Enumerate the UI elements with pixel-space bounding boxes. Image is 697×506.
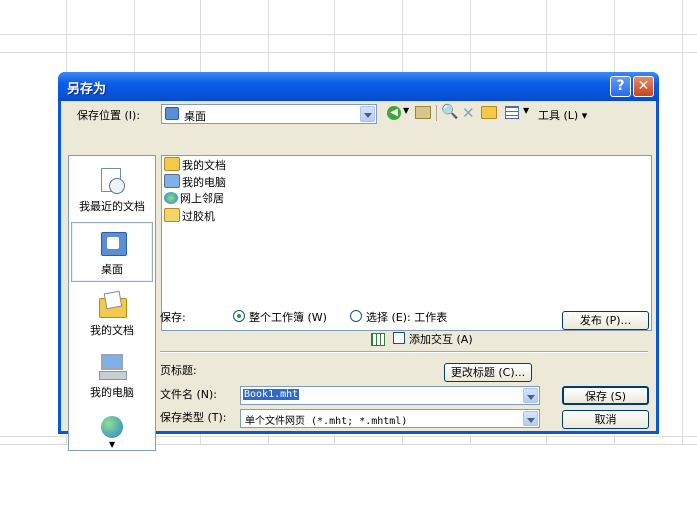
add-interactivity-checkbox[interactable]: [393, 332, 405, 344]
place-network[interactable]: ▼: [71, 408, 153, 450]
list-item[interactable]: 过胶机: [164, 208, 215, 224]
file-name-value: Book1.mht: [243, 389, 300, 400]
file-type-dropdown[interactable]: 单个文件网页 (*.mht; *.mhtml): [240, 409, 540, 428]
selection-radio[interactable]: [350, 310, 362, 322]
views-icon[interactable]: [505, 106, 519, 119]
file-name-field[interactable]: Book1.mht: [240, 386, 540, 405]
spreadsheet-icon: [371, 333, 385, 346]
chevron-down-icon[interactable]: [360, 106, 375, 122]
places-bar: 我最近的文档 桌面 我的文档 我的电脑 ▼: [68, 155, 156, 451]
desktop-icon: [165, 107, 179, 120]
whole-workbook-label: 整个工作簿 (W): [249, 311, 327, 324]
save-in-label: 保存位置 (I):: [77, 109, 141, 122]
add-interactivity-label: 添加交互 (A): [409, 333, 473, 346]
new-folder-icon[interactable]: [481, 106, 497, 119]
save-options-label: 保存:: [160, 311, 186, 324]
views-dropdown-icon[interactable]: ▼: [523, 106, 529, 115]
file-name-label: 文件名 (N):: [160, 388, 218, 401]
place-label: 桌面: [101, 263, 123, 276]
file-name: 我的电脑: [182, 176, 226, 189]
place-label: 我的文档: [90, 324, 134, 337]
place-my-documents[interactable]: 我的文档: [71, 284, 153, 344]
cancel-button[interactable]: 取消: [562, 410, 649, 429]
publish-button[interactable]: 发布 (P)...: [562, 311, 649, 330]
list-item[interactable]: 我的电脑: [164, 174, 226, 190]
close-button[interactable]: ✕: [633, 76, 654, 97]
my-documents-icon: [97, 290, 127, 318]
up-folder-icon[interactable]: [415, 106, 431, 119]
recent-documents-icon: [97, 166, 127, 194]
back-dropdown-icon[interactable]: ▼: [403, 106, 409, 115]
save-as-dialog: 另存为 ? ✕ 保存位置 (I): 桌面 ◀ ▼ 🔍 ✕ ▼ 工具 (L) ▾: [58, 72, 659, 451]
title-bar[interactable]: 另存为 ? ✕: [58, 72, 659, 101]
divider: [160, 351, 648, 353]
toolbar-separator: [436, 105, 437, 121]
chevron-down-icon[interactable]: [523, 388, 538, 403]
place-my-computer[interactable]: 我的电脑: [71, 346, 153, 406]
location-value: 桌面: [184, 110, 206, 123]
file-name: 我的文档: [182, 159, 226, 172]
place-recent-documents[interactable]: 我最近的文档: [71, 160, 153, 220]
dialog-body: 保存位置 (I): 桌面 ◀ ▼ 🔍 ✕ ▼ 工具 (L) ▾ 我最近的文档 桌…: [61, 101, 656, 451]
my-computer-icon: [164, 174, 180, 188]
file-list[interactable]: 我的文档 我的电脑 网上邻居 过胶机: [161, 155, 652, 331]
desktop-icon: [98, 229, 128, 257]
my-documents-icon: [164, 157, 180, 171]
my-computer-icon: [97, 352, 127, 380]
page-title-label: 页标题:: [160, 364, 197, 377]
folder-icon: [164, 208, 180, 222]
back-icon[interactable]: ◀: [387, 106, 401, 120]
network-places-icon: [164, 192, 178, 204]
delete-icon[interactable]: ✕: [462, 104, 475, 122]
help-button[interactable]: ?: [610, 76, 631, 97]
network-places-icon: ▼: [97, 414, 127, 449]
file-name: 过胶机: [182, 210, 215, 223]
list-item[interactable]: 网上邻居: [164, 191, 224, 207]
save-button[interactable]: 保存 (S): [562, 386, 649, 405]
place-desktop[interactable]: 桌面: [71, 222, 153, 282]
place-label: 我最近的文档: [79, 200, 145, 213]
tools-menu[interactable]: 工具 (L) ▾: [538, 107, 587, 123]
file-name: 网上邻居: [180, 192, 224, 205]
change-title-button[interactable]: 更改标题 (C)...: [444, 363, 532, 382]
chevron-down-icon[interactable]: [523, 411, 538, 426]
file-type-value: 单个文件网页 (*.mht; *.mhtml): [245, 416, 408, 427]
selection-label: 选择 (E): 工作表: [366, 311, 448, 324]
dialog-title: 另存为: [67, 82, 107, 97]
whole-workbook-radio[interactable]: [233, 310, 245, 322]
list-item[interactable]: 我的文档: [164, 157, 226, 173]
search-web-icon[interactable]: 🔍: [441, 104, 458, 120]
save-in-dropdown[interactable]: 桌面: [161, 104, 377, 124]
file-type-label: 保存类型 (T):: [160, 411, 227, 424]
place-label: 我的电脑: [90, 386, 134, 399]
